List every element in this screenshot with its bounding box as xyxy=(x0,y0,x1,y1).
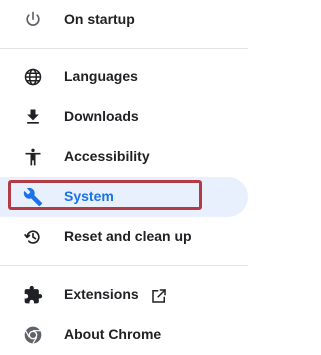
external-link-icon[interactable] xyxy=(150,287,168,305)
divider xyxy=(0,48,248,49)
sidebar-item-extensions[interactable]: Extensions xyxy=(0,275,248,315)
settings-sidebar: On startup Languages Downloads Accessibi… xyxy=(0,0,321,351)
puzzle-icon xyxy=(23,285,43,305)
sidebar-item-languages[interactable]: Languages xyxy=(0,57,248,97)
accessibility-icon xyxy=(23,147,43,167)
restore-icon xyxy=(23,227,43,247)
sidebar-item-label: On startup xyxy=(64,11,135,27)
divider xyxy=(0,265,248,266)
sidebar-item-about-chrome[interactable]: About Chrome xyxy=(0,315,248,355)
globe-icon xyxy=(23,67,43,87)
sidebar-item-on-startup[interactable]: On startup xyxy=(0,0,248,40)
sidebar-item-label: Extensions xyxy=(64,286,139,302)
sidebar-item-label: About Chrome xyxy=(64,326,162,342)
sidebar-item-reset-and-clean-up[interactable]: Reset and clean up xyxy=(0,217,248,257)
chrome-icon xyxy=(23,325,43,345)
download-icon xyxy=(23,107,43,127)
sidebar-item-label: Accessibility xyxy=(64,148,150,164)
sidebar-item-label: Downloads xyxy=(64,108,139,124)
sidebar-item-label: Languages xyxy=(64,68,138,84)
sidebar-item-downloads[interactable]: Downloads xyxy=(0,97,248,137)
highlight-box xyxy=(8,180,202,210)
power-icon xyxy=(23,10,43,30)
sidebar-item-accessibility[interactable]: Accessibility xyxy=(0,137,248,177)
sidebar-item-label: Reset and clean up xyxy=(64,228,192,244)
